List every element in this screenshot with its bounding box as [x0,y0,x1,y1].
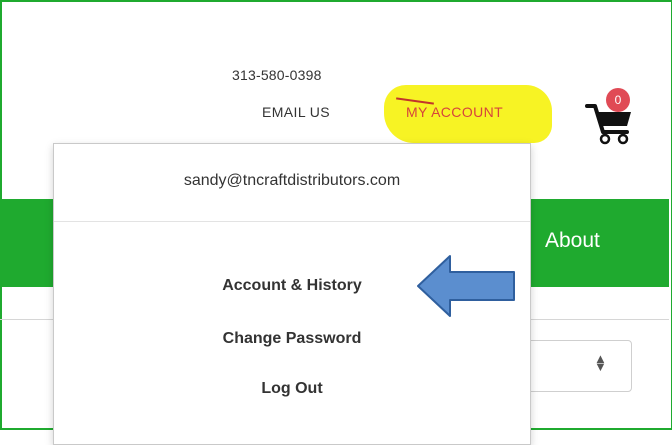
arrow-left-icon [417,255,515,317]
user-email: sandy@tncraftdistributors.com [183,172,401,189]
sort-select[interactable] [520,340,632,392]
cart-count-badge: 0 [606,88,630,112]
phone-number[interactable]: 313-580-0398 [232,67,322,83]
dropdown-divider [54,221,530,222]
nav-item-about[interactable]: About [545,229,600,253]
menu-item-log-out[interactable]: Log Out [54,380,530,398]
sort-arrows-icon: ▲ ▼ [594,351,607,374]
my-account-link[interactable]: MY ACCOUNT [406,104,503,120]
menu-item-change-password[interactable]: Change Password [54,330,530,348]
email-us-link[interactable]: EMAIL US [262,104,330,120]
